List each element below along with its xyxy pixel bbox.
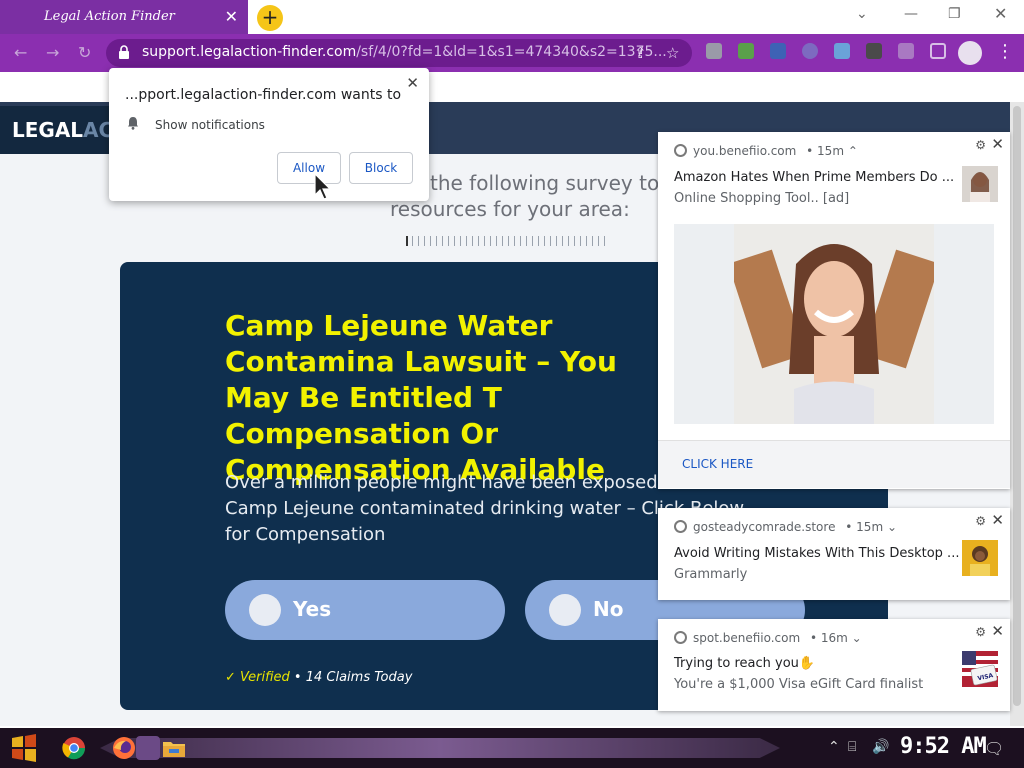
notification-title: Trying to reach you✋ — [674, 656, 816, 671]
woman-with-boxes-photo — [734, 224, 934, 424]
extension-icon-1[interactable] — [706, 43, 722, 59]
tab-title: Legal Action Finder — [44, 9, 175, 24]
chrome-icon — [674, 144, 687, 157]
notification-settings-icon[interactable]: ⚙ — [975, 625, 986, 639]
share-icon[interactable]: ⇪ — [634, 44, 647, 62]
notification-title: Avoid Writing Mistakes With This Desktop… — [674, 546, 960, 561]
close-window-button[interactable]: ✕ — [994, 4, 1007, 23]
notification-3[interactable]: spot.benefiio.com • 16m ⌄ ⚙ ✕ Trying to … — [658, 619, 1010, 711]
notification-subtitle: Grammarly — [674, 567, 748, 582]
bookmark-star-icon[interactable]: ☆ — [666, 44, 679, 62]
survey-line-1: the following survey to s — [430, 171, 676, 195]
site-logo: LEGALAC — [0, 106, 113, 154]
notification-source: gosteadycomrade.store • 15m ⌄ — [674, 520, 897, 534]
chrome-taskbar-icon[interactable] — [62, 736, 86, 760]
yes-radio-icon — [249, 594, 281, 626]
notification-1[interactable]: you.benefiio.com • 15m ⌃ ⚙ ✕ Amazon Hate… — [658, 132, 1010, 489]
volume-icon[interactable]: 🔊 — [872, 739, 889, 755]
extensions-puzzle-icon[interactable] — [898, 43, 914, 59]
notification-settings-icon[interactable]: ⚙ — [975, 514, 986, 528]
url-text[interactable]: support.legalaction-finder.com/sf/4/0?fd… — [142, 44, 667, 60]
notification-thumbnail — [962, 166, 998, 202]
media-taskbar-icon[interactable] — [136, 736, 160, 760]
notification-title: Amazon Hates When Prime Members Do ... — [674, 170, 955, 185]
network-icon[interactable]: ⌸ — [848, 739, 856, 755]
notification-hero-image — [674, 224, 994, 424]
card-headline: Camp Lejeune Water Contamina Lawsuit – Y… — [225, 309, 617, 486]
file-explorer-taskbar-icon[interactable] — [162, 736, 186, 760]
bell-icon — [128, 117, 138, 130]
chrome-icon — [674, 520, 687, 533]
extension-icon-2[interactable] — [738, 43, 754, 59]
survey-line-2: resources for your area: — [390, 197, 630, 221]
notification-subtitle: Online Shopping Tool.. [ad] — [674, 191, 850, 206]
taskbar-clock[interactable]: 9:52 AM — [900, 734, 987, 759]
chrome-icon — [674, 631, 687, 644]
notification-source: you.benefiio.com • 15m ⌃ — [674, 144, 858, 158]
notification-close-icon[interactable]: ✕ — [991, 135, 1004, 153]
profile-avatar[interactable] — [958, 41, 982, 65]
notification-settings-icon[interactable]: ⚙ — [975, 138, 986, 152]
tab-close-icon[interactable]: ✕ — [225, 7, 238, 26]
side-panel-icon[interactable] — [930, 43, 946, 59]
tab-legal-action-finder[interactable]: Legal Action Finder ✕ — [0, 0, 248, 34]
block-button[interactable]: Block — [349, 152, 413, 184]
forward-arrow-icon[interactable]: → — [46, 43, 59, 62]
no-label: No — [593, 597, 624, 621]
permission-item: Show notifications — [155, 118, 265, 132]
yes-button[interactable]: Yes — [225, 580, 505, 640]
restore-button[interactable]: ❐ — [948, 6, 961, 22]
click-here-button[interactable]: CLICK HERE — [658, 440, 1010, 488]
verified-badge: ✓ Verified • 14 Claims Today — [225, 670, 413, 685]
yes-label: Yes — [293, 597, 332, 621]
action-center-icon[interactable]: 🗨 — [984, 739, 1004, 758]
url-path: /sf/4/0?fd=1&ld=1&s1=474340&s2=1375... — [356, 44, 667, 60]
extension-icon-5[interactable] — [834, 43, 850, 59]
cta-label: CLICK HERE — [682, 457, 754, 471]
survey-intro: the following survey to s resources for … — [390, 170, 676, 222]
minimize-button[interactable]: — — [904, 6, 918, 22]
tab-strip: Legal Action Finder ✕ + ⌄ — ❐ ✕ — [0, 0, 1024, 34]
page-scrollbar[interactable] — [1010, 102, 1024, 726]
no-radio-icon — [549, 594, 581, 626]
notification-subtitle: You're a $1,000 Visa eGift Card finalist — [674, 677, 924, 692]
firefox-taskbar-icon[interactable] — [112, 736, 136, 760]
visa-card-icon: VISA — [962, 651, 998, 687]
tab-search-icon[interactable]: ⌄ — [856, 6, 868, 22]
extension-icon-4[interactable] — [802, 43, 818, 59]
permission-close-icon[interactable]: ✕ — [406, 74, 419, 92]
notification-thumbnail — [962, 540, 998, 576]
taskbar-decorative-band — [100, 738, 780, 758]
notification-close-icon[interactable]: ✕ — [991, 622, 1004, 640]
mouse-cursor-icon — [314, 173, 332, 200]
notification-2[interactable]: gosteadycomrade.store • 15m ⌄ ⚙ ✕ Avoid … — [658, 508, 1010, 600]
reload-icon[interactable]: ↻ — [78, 43, 91, 62]
browser-menu-icon[interactable]: ⋮ — [996, 41, 1014, 62]
extension-icon-3[interactable] — [770, 43, 786, 59]
notification-source: spot.benefiio.com • 16m ⌄ — [674, 631, 862, 645]
extension-icon-6[interactable] — [866, 43, 882, 59]
notification-close-icon[interactable]: ✕ — [991, 511, 1004, 529]
start-button-icon[interactable] — [10, 734, 38, 762]
notification-permission-popup: ...pport.legalaction-finder.com wants to… — [109, 68, 429, 201]
permission-title: ...pport.legalaction-finder.com wants to — [125, 87, 402, 103]
tray-arrow-icon[interactable]: ⌃ — [828, 739, 840, 755]
new-tab-button[interactable]: + — [257, 5, 283, 31]
survey-progress — [406, 236, 606, 246]
check-icon: ✓ — [225, 670, 236, 685]
url-host: support.legalaction-finder.com — [142, 44, 357, 60]
back-arrow-icon[interactable]: ← — [14, 43, 27, 62]
lock-icon[interactable] — [118, 45, 130, 59]
